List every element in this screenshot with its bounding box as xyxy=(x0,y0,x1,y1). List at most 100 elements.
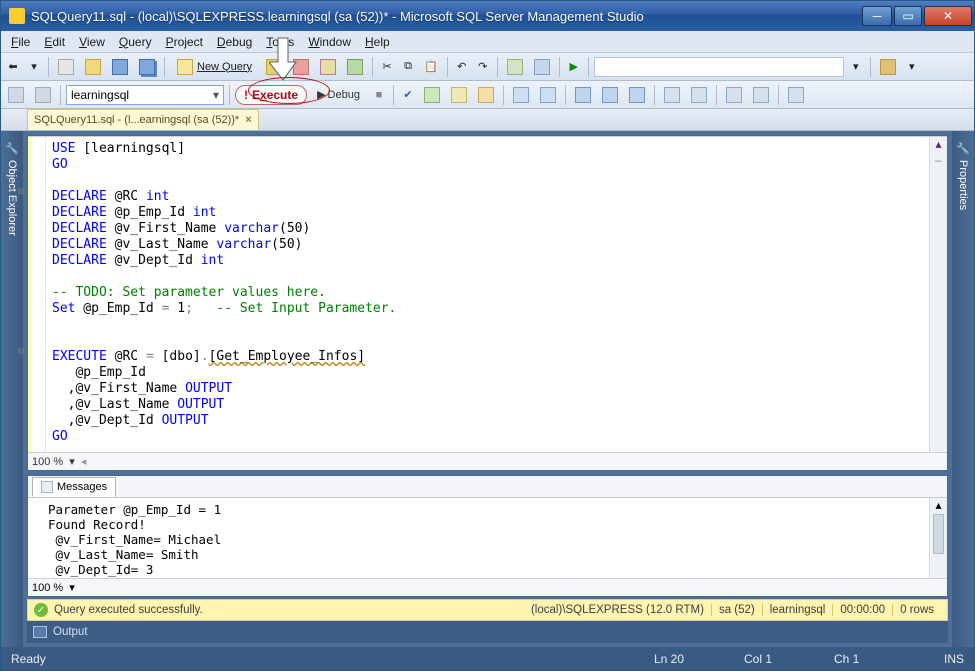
save-all-button[interactable] xyxy=(135,56,159,78)
toolbar-sql: learningsql▾ !Execute ▶ Debug ■ ✔ xyxy=(1,81,974,109)
results-text-button[interactable] xyxy=(571,84,595,106)
outdent-button[interactable] xyxy=(749,84,773,106)
sql-editor[interactable]: USE [learningsql] GO DECLARE @RC int DEC… xyxy=(46,137,929,452)
save-button[interactable] xyxy=(108,56,132,78)
tb-btn-b[interactable] xyxy=(530,56,554,78)
messages-scrollbar[interactable]: ▴ xyxy=(929,498,947,578)
messages-icon xyxy=(41,481,53,493)
query-status-bar: ✓ Query executed successfully. (local)\S… xyxy=(27,599,948,621)
output-label: Output xyxy=(53,626,88,638)
editor-scrollbar[interactable]: ▴ – xyxy=(929,137,947,452)
uncomment-button[interactable] xyxy=(687,84,711,106)
editor-pane: USE [learningsql] GO DECLARE @RC int DEC… xyxy=(27,135,948,471)
results-grid-button[interactable] xyxy=(598,84,622,106)
menu-view[interactable]: View xyxy=(73,33,111,51)
status-rows: 0 rows xyxy=(893,604,941,616)
document-tab-active[interactable]: SQLQuery11.sql - (l...earningsql (sa (52… xyxy=(27,109,259,130)
document-tabs: SQLQuery11.sql - (l...earningsql (sa (52… xyxy=(1,109,974,131)
outline-gutter xyxy=(32,137,46,452)
minimize-button[interactable]: ─ xyxy=(862,6,892,26)
database-combo[interactable]: learningsql▾ xyxy=(66,85,224,105)
cancel-query-button[interactable]: ■ xyxy=(370,84,388,106)
specify-values-button[interactable] xyxy=(784,84,808,106)
registered-servers-button[interactable] xyxy=(876,56,900,78)
properties-icon: 🔧 xyxy=(957,141,970,154)
menubar: File Edit View Query Project Debug Tools… xyxy=(1,31,974,53)
close-button[interactable]: ✕ xyxy=(924,6,972,26)
start-button[interactable]: ▶ xyxy=(565,56,583,78)
titlebar: SQLQuery11.sql - (local)\SQLEXPRESS.lear… xyxy=(1,1,974,31)
status-bar: Ready Ln 20 Col 1 Ch 1 INS xyxy=(1,647,974,670)
messages-body[interactable]: Parameter @p_Emp_Id = 1 Found Record! @v… xyxy=(28,498,929,578)
connection-dd[interactable] xyxy=(31,84,55,106)
menu-tools[interactable]: Tools xyxy=(260,33,300,51)
menu-query[interactable]: Query xyxy=(113,33,158,51)
include-stats-button[interactable] xyxy=(536,84,560,106)
menu-debug[interactable]: Debug xyxy=(211,33,258,51)
status-server: (local)\SQLEXPRESS (12.0 RTM) xyxy=(524,604,712,616)
properties-tab[interactable]: 🔧 Properties xyxy=(952,131,974,647)
execute-icon: ! xyxy=(244,88,248,102)
properties-label: Properties xyxy=(957,160,969,210)
maximize-button[interactable]: ▭ xyxy=(894,6,922,26)
object-explorer-label: Object Explorer xyxy=(6,160,18,236)
query-icon-4[interactable] xyxy=(343,56,367,78)
undo-button[interactable]: ↶ xyxy=(453,56,471,78)
intellisense-button[interactable] xyxy=(474,84,498,106)
menu-project[interactable]: Project xyxy=(160,33,209,51)
query-icon-3[interactable] xyxy=(316,56,340,78)
query-status-text: Query executed successfully. xyxy=(54,604,203,616)
output-window-tab[interactable]: Output xyxy=(27,621,948,643)
menu-window[interactable]: Window xyxy=(302,33,357,51)
messages-tab[interactable]: Messages xyxy=(32,477,116,497)
menu-edit[interactable]: Edit xyxy=(38,33,71,51)
new-query-button[interactable]: New Query xyxy=(170,56,259,78)
query-icon-2[interactable] xyxy=(289,56,313,78)
messages-tab-label: Messages xyxy=(57,481,107,493)
redo-button[interactable]: ↷ xyxy=(474,56,492,78)
messages-zoom[interactable]: 100 % xyxy=(32,582,63,594)
editor-zoom[interactable]: 100 % xyxy=(32,456,63,468)
status-line: Ln 20 xyxy=(654,652,744,666)
find-combo[interactable] xyxy=(594,57,844,77)
parse-button[interactable]: ✔ xyxy=(399,84,417,106)
nav-fwd-button[interactable]: ▾ xyxy=(25,56,43,78)
comment-button[interactable] xyxy=(660,84,684,106)
change-connection-button[interactable] xyxy=(4,84,28,106)
status-col: Col 1 xyxy=(744,652,834,666)
find-caret[interactable]: ▾ xyxy=(847,56,865,78)
activity-monitor-button[interactable]: ▾ xyxy=(903,56,921,78)
copy-button[interactable]: ⧉ xyxy=(399,56,417,78)
new-project-button[interactable] xyxy=(54,56,78,78)
fold-box-2[interactable]: ⊟ xyxy=(18,346,24,357)
tab-label: SQLQuery11.sql - (l...earningsql (sa (52… xyxy=(34,114,239,126)
tb-btn-a[interactable] xyxy=(503,56,527,78)
nav-back-button[interactable]: ⬅ xyxy=(4,56,22,78)
status-user: sa (52) xyxy=(712,604,763,616)
query-options-button[interactable] xyxy=(447,84,471,106)
fold-box-1[interactable]: ⊟ xyxy=(18,186,24,197)
status-db: learningsql xyxy=(763,604,834,616)
object-explorer-icon: 🔧 xyxy=(6,141,19,154)
paste-button[interactable]: 📋 xyxy=(420,56,442,78)
include-plan-button[interactable] xyxy=(509,84,533,106)
toolbar-main: ⬅ ▾ New Query ✂ ⧉ 📋 ↶ ↷ ▶ ▾ ▾ xyxy=(1,53,974,81)
execute-button[interactable]: !Execute xyxy=(235,85,307,105)
menu-file[interactable]: File xyxy=(5,33,36,51)
app-icon xyxy=(9,8,25,24)
status-ins: INS xyxy=(924,652,964,666)
window-title: SQLQuery11.sql - (local)\SQLEXPRESS.lear… xyxy=(31,9,862,24)
object-explorer-tab[interactable]: 🔧 Object Explorer xyxy=(1,131,23,647)
indent-button[interactable] xyxy=(722,84,746,106)
zoom-caret-icon[interactable]: ▾ xyxy=(69,455,75,468)
debug-button[interactable]: ▶ Debug xyxy=(310,84,367,106)
messages-pane: Messages Parameter @p_Emp_Id = 1 Found R… xyxy=(27,475,948,597)
query-icon-1[interactable] xyxy=(262,56,286,78)
messages-zoom-caret[interactable]: ▾ xyxy=(69,581,75,594)
results-file-button[interactable] xyxy=(625,84,649,106)
cut-button[interactable]: ✂ xyxy=(378,56,396,78)
estimated-plan-button[interactable] xyxy=(420,84,444,106)
tab-close-icon[interactable]: × xyxy=(245,114,251,126)
menu-help[interactable]: Help xyxy=(359,33,396,51)
open-button[interactable] xyxy=(81,56,105,78)
